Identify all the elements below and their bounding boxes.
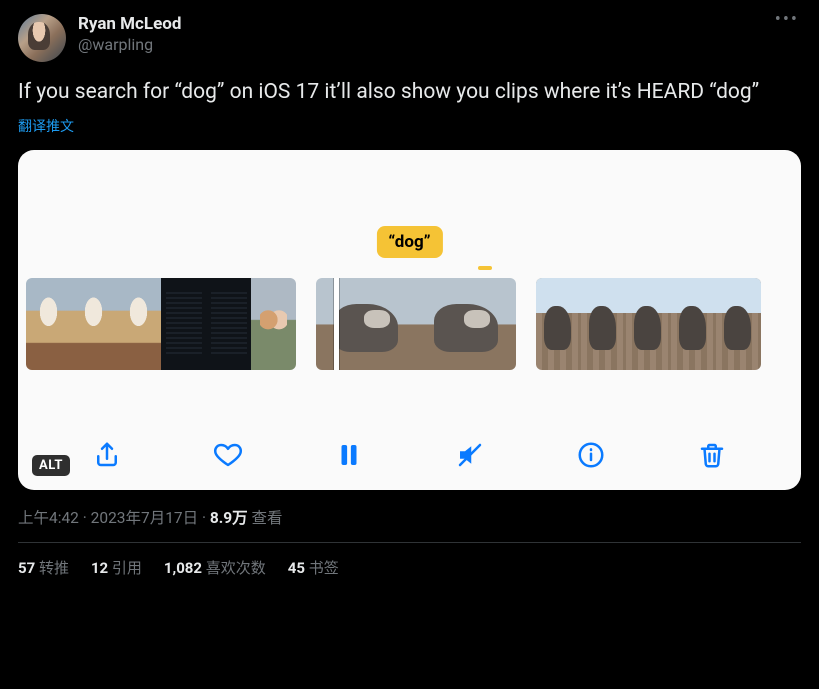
share-icon[interactable] — [90, 438, 124, 472]
avatar[interactable] — [18, 14, 66, 62]
views-label: 查看 — [248, 509, 283, 527]
more-icon[interactable]: ••• — [773, 14, 801, 26]
meta-line: 上午4:42 · 2023年7月17日 · 8.9万 查看 — [18, 506, 801, 528]
media-card[interactable]: “dog” — [18, 150, 801, 490]
playhead[interactable] — [334, 278, 339, 370]
info-icon[interactable] — [574, 438, 608, 472]
mute-icon[interactable] — [453, 438, 487, 472]
views-count: 8.9万 — [210, 509, 248, 527]
clip-thumb — [316, 278, 416, 370]
stat-bookmarks[interactable]: 45 书签 — [288, 557, 339, 578]
author-block[interactable]: Ryan McLeod @warpling — [78, 14, 773, 54]
stat-likes[interactable]: 1,082 喜欢次数 — [164, 557, 266, 578]
video-timeline[interactable] — [18, 278, 801, 370]
media-toolbar — [18, 438, 801, 472]
clip-thumb — [416, 278, 516, 370]
display-name: Ryan McLeod — [78, 14, 773, 34]
timeline-marker — [478, 266, 492, 270]
trash-icon[interactable] — [695, 438, 729, 472]
clip-group-2[interactable] — [316, 278, 516, 370]
heart-icon[interactable] — [211, 438, 245, 472]
search-term-badge: “dog” — [376, 226, 442, 258]
clip-thumb — [671, 278, 716, 370]
alt-badge[interactable]: ALT — [32, 455, 70, 476]
clip-thumb — [536, 278, 581, 370]
translate-link[interactable]: 翻译推文 — [18, 116, 801, 136]
clip-thumb — [26, 278, 71, 370]
clip-group-1[interactable] — [26, 278, 296, 370]
clip-thumb — [71, 278, 116, 370]
clip-thumb — [626, 278, 671, 370]
clip-thumb — [116, 278, 161, 370]
clip-thumb — [161, 278, 206, 370]
clip-thumb — [581, 278, 626, 370]
time[interactable]: 上午4:42 — [18, 509, 79, 527]
tweet-text: If you search for “dog” on iOS 17 it’ll … — [18, 78, 801, 106]
tweet-header: Ryan McLeod @warpling ••• — [18, 14, 801, 62]
date[interactable]: 2023年7月17日 — [91, 509, 198, 527]
handle: @warpling — [78, 35, 773, 54]
tweet-container: Ryan McLeod @warpling ••• If you search … — [0, 0, 819, 592]
stat-retweets[interactable]: 57 转推 — [18, 557, 69, 578]
clip-thumb — [716, 278, 761, 370]
pause-icon[interactable] — [332, 438, 366, 472]
clip-thumb — [206, 278, 251, 370]
stats-row: 57 转推 12 引用 1,082 喜欢次数 45 书签 — [18, 543, 801, 592]
stat-quotes[interactable]: 12 引用 — [91, 557, 142, 578]
clip-thumb — [251, 278, 296, 370]
clip-group-3[interactable] — [536, 278, 761, 370]
